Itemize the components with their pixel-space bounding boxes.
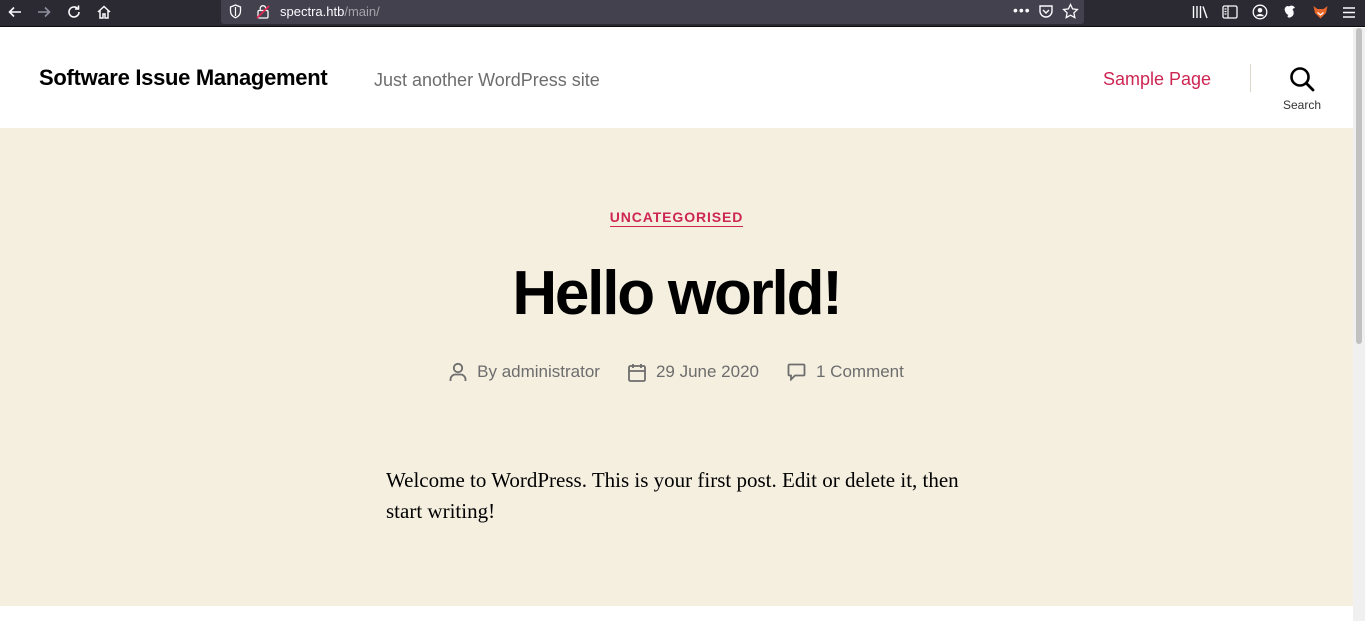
shield-icon[interactable] (229, 4, 242, 19)
home-icon (97, 5, 111, 19)
url-text[interactable]: spectra.htb/main/ (280, 4, 380, 19)
post-meta: By administrator 29 June 2020 1 Comment (0, 362, 1353, 382)
arrow-right-icon (38, 6, 51, 18)
post-header: UNCATEGORISED Hello world! By administra… (0, 128, 1353, 606)
category-container: UNCATEGORISED (0, 209, 1353, 227)
arrow-left-icon (8, 6, 21, 18)
extension-foxyproxy-icon[interactable] (1311, 3, 1329, 21)
web-page: Software Issue Management Just another W… (0, 28, 1353, 621)
site-title-link[interactable]: Software Issue Management (39, 66, 328, 90)
post-comments: 1 Comment (787, 362, 904, 382)
comment-icon (787, 363, 806, 381)
date-link[interactable]: 29 June 2020 (656, 362, 759, 382)
back-button[interactable] (3, 0, 27, 24)
library-icon[interactable] (1191, 3, 1209, 21)
category-link[interactable]: UNCATEGORISED (609, 209, 744, 227)
home-button[interactable] (92, 0, 116, 24)
site-header: Software Issue Management Just another W… (0, 28, 1353, 128)
author-link[interactable]: administrator (502, 362, 600, 382)
url-host: spectra.htb (280, 4, 345, 19)
post-date: 29 June 2020 (628, 362, 759, 382)
scrollbar-thumb[interactable] (1356, 28, 1362, 344)
calendar-icon (628, 363, 646, 382)
url-path: /main/ (344, 4, 380, 19)
post-title: Hello world! (512, 259, 843, 328)
site-description: Just another WordPress site (374, 70, 600, 90)
pocket-icon[interactable] (1038, 4, 1054, 19)
header-divider (1250, 64, 1251, 92)
page-scrollbar[interactable] (1353, 28, 1365, 621)
account-icon[interactable] (1251, 3, 1269, 21)
reload-button[interactable] (62, 0, 86, 24)
search-toggle-label: Search (1282, 98, 1322, 112)
insecure-lock-icon[interactable] (256, 4, 270, 19)
content-divider (0, 606, 1353, 621)
reload-icon (68, 5, 80, 18)
search-toggle-button[interactable]: Search (1272, 66, 1332, 114)
sidebar-icon[interactable] (1221, 3, 1239, 21)
menu-hamburger-icon[interactable] (1340, 3, 1358, 21)
forward-button[interactable] (32, 0, 56, 24)
user-icon (449, 362, 467, 381)
page-actions-more-icon[interactable]: ••• (1013, 2, 1031, 18)
browser-toolbar: spectra.htb/main/ ••• (0, 0, 1365, 27)
post-content: Welcome to WordPress. This is your first… (386, 468, 959, 523)
bookmark-star-icon[interactable] (1062, 3, 1079, 20)
nav-item-sample-page[interactable]: Sample Page (1103, 68, 1211, 90)
comments-link[interactable]: 1 Comment (816, 362, 904, 382)
post-author: By administrator (449, 362, 600, 382)
url-bar[interactable]: spectra.htb/main/ ••• (221, 0, 1084, 24)
search-icon (1290, 67, 1315, 92)
extension-gnu-icon[interactable] (1281, 3, 1299, 21)
author-prefix: By (477, 362, 497, 381)
